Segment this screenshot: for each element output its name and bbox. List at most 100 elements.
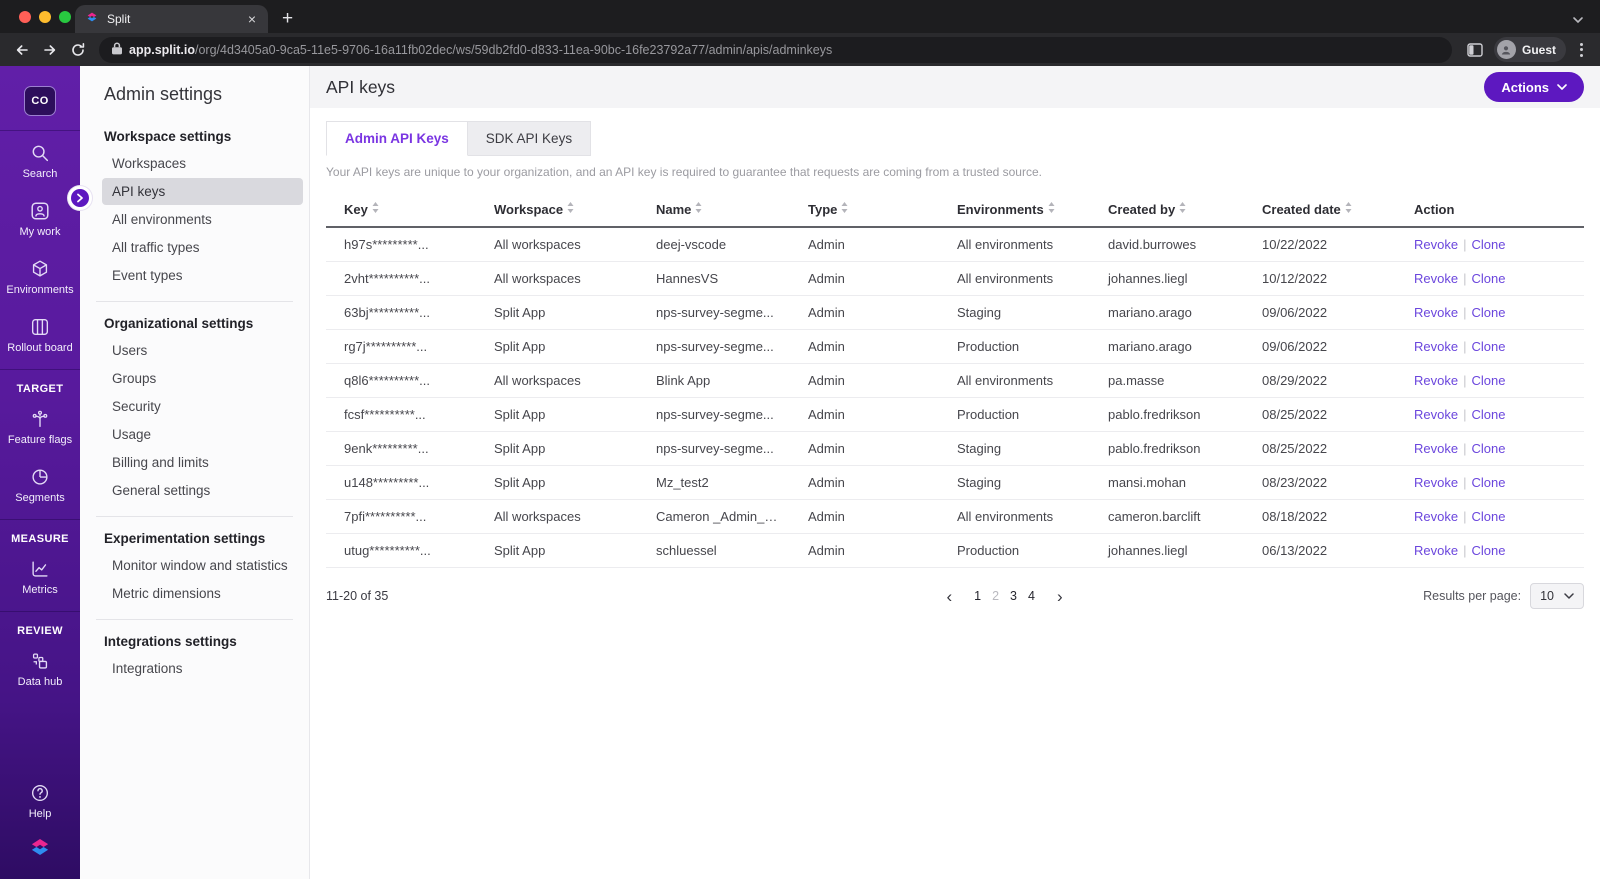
revoke-link[interactable]: Revoke xyxy=(1414,543,1458,558)
cell-action: Revoke | Clone xyxy=(1396,533,1584,568)
revoke-link[interactable]: Revoke xyxy=(1414,339,1458,354)
api-keys-description: Your API keys are unique to your organiz… xyxy=(326,165,1042,179)
revoke-link[interactable]: Revoke xyxy=(1414,373,1458,388)
nav-item-monitor-window[interactable]: Monitor window and statistics xyxy=(102,552,303,579)
rollout-board-icon xyxy=(29,316,51,338)
revoke-link[interactable]: Revoke xyxy=(1414,475,1458,490)
sidebar-item-search[interactable]: Search xyxy=(0,131,80,189)
column-header-environments[interactable]: Environments xyxy=(939,191,1090,228)
clone-link[interactable]: Clone xyxy=(1471,407,1505,422)
sidebar-item-segments[interactable]: Segments xyxy=(0,455,80,513)
nav-item-integrations[interactable]: Integrations xyxy=(102,655,303,682)
nav-item-security[interactable]: Security xyxy=(102,393,303,420)
clone-link[interactable]: Clone xyxy=(1471,373,1505,388)
cell-key: 7pfi**********... xyxy=(326,499,476,534)
tab-admin-api-keys[interactable]: Admin API Keys xyxy=(326,121,468,156)
clone-link[interactable]: Clone xyxy=(1471,543,1505,558)
clone-link[interactable]: Clone xyxy=(1471,271,1505,286)
nav-item-metric-dimensions[interactable]: Metric dimensions xyxy=(102,580,303,607)
nav-item-billing-and-limits[interactable]: Billing and limits xyxy=(102,449,303,476)
next-page-button[interactable]: › xyxy=(1045,588,1075,605)
column-header-key[interactable]: Key xyxy=(326,191,476,228)
cell-environments: All environments xyxy=(939,227,1090,262)
tab-sdk-api-keys[interactable]: SDK API Keys xyxy=(467,121,592,156)
cell-type: Admin xyxy=(790,261,939,296)
clone-link[interactable]: Clone xyxy=(1471,509,1505,524)
tab-search-chevron-icon[interactable] xyxy=(1572,11,1584,29)
profile-chip[interactable]: Guest xyxy=(1493,37,1566,62)
results-per-page-select[interactable]: 10 xyxy=(1530,583,1584,609)
window-close-button[interactable] xyxy=(19,11,31,23)
clone-link[interactable]: Clone xyxy=(1471,339,1505,354)
sidebar-expand-button[interactable] xyxy=(68,186,92,210)
column-header-created-by[interactable]: Created by xyxy=(1090,191,1244,228)
side-panel-icon[interactable] xyxy=(1462,37,1488,63)
sidebar-item-help[interactable]: Help xyxy=(0,776,80,824)
revoke-link[interactable]: Revoke xyxy=(1414,407,1458,422)
nav-item-all-environments[interactable]: All environments xyxy=(102,206,303,233)
window-zoom-button[interactable] xyxy=(59,11,71,23)
clone-link[interactable]: Clone xyxy=(1471,237,1505,252)
sidebar-item-environments[interactable]: Environments xyxy=(0,247,80,305)
previous-page-button[interactable]: ‹ xyxy=(934,588,964,605)
nav-item-general-settings[interactable]: General settings xyxy=(102,477,303,504)
nav-item-workspaces[interactable]: Workspaces xyxy=(102,150,303,177)
revoke-link[interactable]: Revoke xyxy=(1414,509,1458,524)
reload-button[interactable] xyxy=(65,37,91,63)
sidebar-item-rollout-board[interactable]: Rollout board xyxy=(0,305,80,363)
cell-created-by: cameron.barclift xyxy=(1090,499,1244,534)
cell-name: nps-survey-segme... xyxy=(638,431,790,466)
table-row: u148*********... Split App Mz_test2 Admi… xyxy=(326,465,1584,500)
sidebar-item-data-hub[interactable]: Data hub xyxy=(0,639,80,697)
cell-created-date: 08/18/2022 xyxy=(1244,499,1396,534)
revoke-link[interactable]: Revoke xyxy=(1414,271,1458,286)
column-header-created-date[interactable]: Created date xyxy=(1244,191,1396,228)
page-number-3[interactable]: 3 xyxy=(1009,589,1018,603)
nav-item-usage[interactable]: Usage xyxy=(102,421,303,448)
nav-item-all-traffic-types[interactable]: All traffic types xyxy=(102,234,303,261)
api-keys-table-body: h97s*********... All workspaces deej-vsc… xyxy=(326,227,1584,568)
url-bar[interactable]: app.split.io/org/4d3405a0-9ca5-11e5-9706… xyxy=(99,36,1452,63)
clone-link[interactable]: Clone xyxy=(1471,305,1505,320)
clone-link[interactable]: Clone xyxy=(1471,441,1505,456)
nav-item-users[interactable]: Users xyxy=(102,337,303,364)
cell-key: rg7j**********... xyxy=(326,329,476,364)
sidebar-item-feature-flags[interactable]: Feature flags xyxy=(0,397,80,455)
cell-name: HannesVS xyxy=(638,261,790,296)
window-minimize-button[interactable] xyxy=(39,11,51,23)
browser-tab[interactable]: Split × xyxy=(75,5,268,33)
tab-close-icon[interactable]: × xyxy=(246,12,258,26)
clone-link[interactable]: Clone xyxy=(1471,475,1505,490)
nav-item-groups[interactable]: Groups xyxy=(102,365,303,392)
column-header-type[interactable]: Type xyxy=(790,191,939,228)
sidebar-item-metrics[interactable]: Metrics xyxy=(0,547,80,605)
window-controls[interactable] xyxy=(19,11,71,23)
split-logo-icon xyxy=(27,834,53,865)
section-experimentation-settings: Experimentation settings xyxy=(104,531,266,546)
revoke-link[interactable]: Revoke xyxy=(1414,305,1458,320)
cell-key: utug**********... xyxy=(326,533,476,568)
nav-item-event-types[interactable]: Event types xyxy=(102,262,303,289)
cell-type: Admin xyxy=(790,465,939,500)
url-host: app.split.io xyxy=(129,42,195,57)
back-button[interactable] xyxy=(9,37,35,63)
cell-action: Revoke | Clone xyxy=(1396,261,1584,296)
actions-button[interactable]: Actions xyxy=(1484,72,1584,102)
column-header-workspace[interactable]: Workspace xyxy=(476,191,638,228)
search-icon xyxy=(29,142,51,164)
workspace-badge[interactable]: CO xyxy=(24,86,56,116)
new-tab-button[interactable]: + xyxy=(282,9,293,28)
revoke-link[interactable]: Revoke xyxy=(1414,237,1458,252)
results-range: 11-20 of 35 xyxy=(326,589,389,603)
pagination: 11-20 of 35 ‹ 1 2 3 4 › Results per page… xyxy=(326,583,1584,609)
revoke-link[interactable]: Revoke xyxy=(1414,441,1458,456)
browser-menu-icon[interactable] xyxy=(1572,42,1591,57)
page-number-4[interactable]: 4 xyxy=(1027,589,1036,603)
nav-item-api-keys[interactable]: API keys xyxy=(102,178,303,205)
cell-type: Admin xyxy=(790,295,939,330)
cell-name: deej-vscode xyxy=(638,227,790,262)
table-row: 63bj**********... Split App nps-survey-s… xyxy=(326,295,1584,330)
page-number-1[interactable]: 1 xyxy=(973,589,982,603)
column-header-name[interactable]: Name xyxy=(638,191,790,228)
forward-button[interactable] xyxy=(37,37,63,63)
